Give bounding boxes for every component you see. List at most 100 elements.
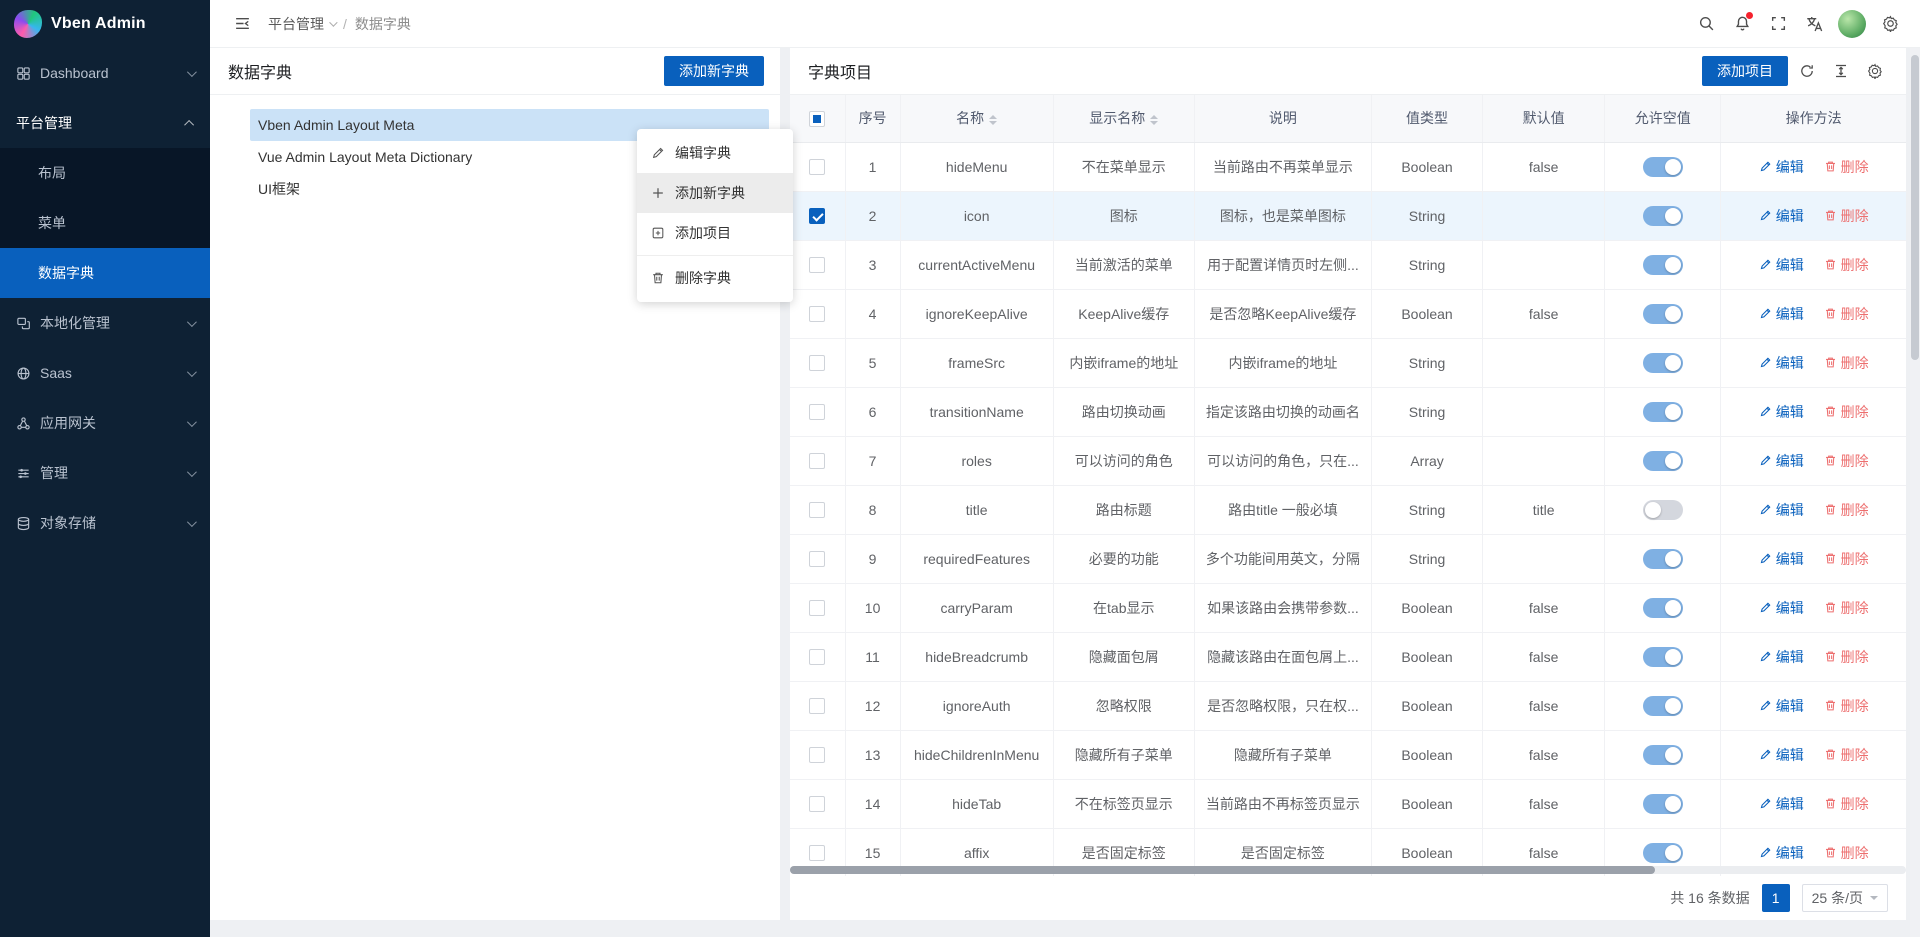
delete-button[interactable]: 删除 [1824,500,1869,520]
edit-button[interactable]: 编辑 [1759,402,1804,422]
allow-null-toggle[interactable] [1643,598,1683,618]
sidebar-item-data-dictionary[interactable]: 数据字典 [0,248,210,298]
context-menu-edit-dictionary[interactable]: 编辑字典 [637,133,793,173]
row-checkbox[interactable] [809,453,825,469]
delete-button[interactable]: 删除 [1824,794,1869,814]
row-checkbox[interactable] [809,845,825,861]
add-item-button[interactable]: 添加项目 [1702,56,1788,86]
context-menu-delete-dictionary[interactable]: 删除字典 [637,258,793,298]
allow-null-toggle[interactable] [1643,353,1683,373]
table-row[interactable]: 11 hideBreadcrumb 隐藏面包屑 隐藏该路由在面包屑上... Bo… [790,632,1906,681]
sidebar-item-object-storage[interactable]: 对象存储 [0,498,210,548]
breadcrumb-item[interactable]: 平台管理 [268,14,335,34]
table-row[interactable]: 9 requiredFeatures 必要的功能 多个功能间用英文，分隔 Str… [790,534,1906,583]
context-menu-add-item[interactable]: 添加项目 [637,213,793,253]
edit-button[interactable]: 编辑 [1759,353,1804,373]
allow-null-toggle[interactable] [1643,745,1683,765]
table-row[interactable]: 7 roles 可以访问的角色 可以访问的角色，只在... Array 编辑 删… [790,436,1906,485]
row-checkbox[interactable] [809,306,825,322]
fullscreen-button[interactable] [1760,0,1796,48]
table-row[interactable]: 1 hideMenu 不在菜单显示 当前路由不再菜单显示 Boolean fal… [790,142,1906,191]
table-row[interactable]: 8 title 路由标题 路由title 一般必填 String title 编… [790,485,1906,534]
allow-null-toggle[interactable] [1643,794,1683,814]
allow-null-toggle[interactable] [1643,843,1683,863]
row-checkbox[interactable] [809,649,825,665]
delete-button[interactable]: 删除 [1824,843,1869,863]
allow-null-toggle[interactable] [1643,696,1683,716]
edit-button[interactable]: 编辑 [1759,843,1804,863]
sidebar-item-dashboard[interactable]: Dashboard [0,48,210,98]
table-row[interactable]: 6 transitionName 路由切换动画 指定该路由切换的动画名 Stri… [790,387,1906,436]
delete-button[interactable]: 删除 [1824,353,1869,373]
table-row[interactable]: 13 hideChildrenInMenu 隐藏所有子菜单 隐藏所有子菜单 Bo… [790,730,1906,779]
allow-null-toggle[interactable] [1643,500,1683,520]
edit-button[interactable]: 编辑 [1759,206,1804,226]
row-checkbox[interactable] [809,257,825,273]
edit-button[interactable]: 编辑 [1759,304,1804,324]
page-size-select[interactable]: 25 条/页 [1802,884,1888,912]
delete-button[interactable]: 删除 [1824,157,1869,177]
notifications-button[interactable] [1724,0,1760,48]
edit-button[interactable]: 编辑 [1759,794,1804,814]
row-checkbox[interactable] [809,551,825,567]
row-checkbox[interactable] [809,796,825,812]
search-button[interactable] [1688,0,1724,48]
delete-button[interactable]: 删除 [1824,696,1869,716]
table-row[interactable]: 12 ignoreAuth 忽略权限 是否忽略权限，只在权... Boolean… [790,681,1906,730]
table-row[interactable]: 10 carryParam 在tab显示 如果该路由会携带参数... Boole… [790,583,1906,632]
row-checkbox[interactable] [809,502,825,518]
allow-null-toggle[interactable] [1643,304,1683,324]
page-number-button[interactable]: 1 [1762,884,1790,912]
allow-null-toggle[interactable] [1643,402,1683,422]
vertical-scrollbar[interactable] [1910,48,1920,937]
row-checkbox[interactable] [809,159,825,175]
allow-null-toggle[interactable] [1643,549,1683,569]
sidebar-item-saas[interactable]: Saas [0,348,210,398]
table-settings-button[interactable] [1860,56,1890,86]
allow-null-toggle[interactable] [1643,451,1683,471]
settings-button[interactable] [1872,0,1908,48]
delete-button[interactable]: 删除 [1824,745,1869,765]
collapse-sidebar-button[interactable] [224,0,260,48]
edit-button[interactable]: 编辑 [1759,598,1804,618]
delete-button[interactable]: 删除 [1824,402,1869,422]
allow-null-toggle[interactable] [1643,157,1683,177]
sidebar-item-layout[interactable]: 布局 [0,148,210,198]
select-all-checkbox[interactable] [809,111,825,127]
vertical-scrollbar-thumb[interactable] [1911,55,1919,360]
context-menu-add-dictionary[interactable]: 添加新字典 [637,173,793,213]
table-row[interactable]: 2 icon 图标 图标，也是菜单图标 String 编辑 删除 [790,191,1906,240]
edit-button[interactable]: 编辑 [1759,549,1804,569]
allow-null-toggle[interactable] [1643,647,1683,667]
allow-null-toggle[interactable] [1643,255,1683,275]
table-row[interactable]: 4 ignoreKeepAlive KeepAlive缓存 是否忽略KeepAl… [790,289,1906,338]
edit-button[interactable]: 编辑 [1759,451,1804,471]
row-height-button[interactable] [1826,56,1856,86]
row-checkbox[interactable] [809,600,825,616]
edit-button[interactable]: 编辑 [1759,500,1804,520]
app-logo[interactable]: Vben Admin [0,0,210,48]
horizontal-scrollbar[interactable] [790,866,1906,874]
table-row[interactable]: 5 frameSrc 内嵌iframe的地址 内嵌iframe的地址 Strin… [790,338,1906,387]
delete-button[interactable]: 删除 [1824,549,1869,569]
edit-button[interactable]: 编辑 [1759,745,1804,765]
edit-button[interactable]: 编辑 [1759,255,1804,275]
row-checkbox[interactable] [809,404,825,420]
table-row[interactable]: 3 currentActiveMenu 当前激活的菜单 用于配置详情页时左侧..… [790,240,1906,289]
edit-button[interactable]: 编辑 [1759,647,1804,667]
sidebar-item-management[interactable]: 管理 [0,448,210,498]
row-checkbox[interactable] [809,698,825,714]
edit-button[interactable]: 编辑 [1759,157,1804,177]
row-checkbox[interactable] [809,355,825,371]
sidebar-item-app-gateway[interactable]: 应用网关 [0,398,210,448]
sidebar-item-platform-management[interactable]: 平台管理 [0,98,210,148]
add-dictionary-button[interactable]: 添加新字典 [664,56,764,86]
table-row[interactable]: 14 hideTab 不在标签页显示 当前路由不再标签页显示 Boolean f… [790,779,1906,828]
delete-button[interactable]: 删除 [1824,647,1869,667]
col-name[interactable]: 名称 [900,95,1053,142]
sort-icon[interactable] [1150,115,1158,125]
delete-button[interactable]: 删除 [1824,304,1869,324]
sort-icon[interactable] [989,115,997,125]
locale-button[interactable] [1796,0,1832,48]
delete-button[interactable]: 删除 [1824,206,1869,226]
